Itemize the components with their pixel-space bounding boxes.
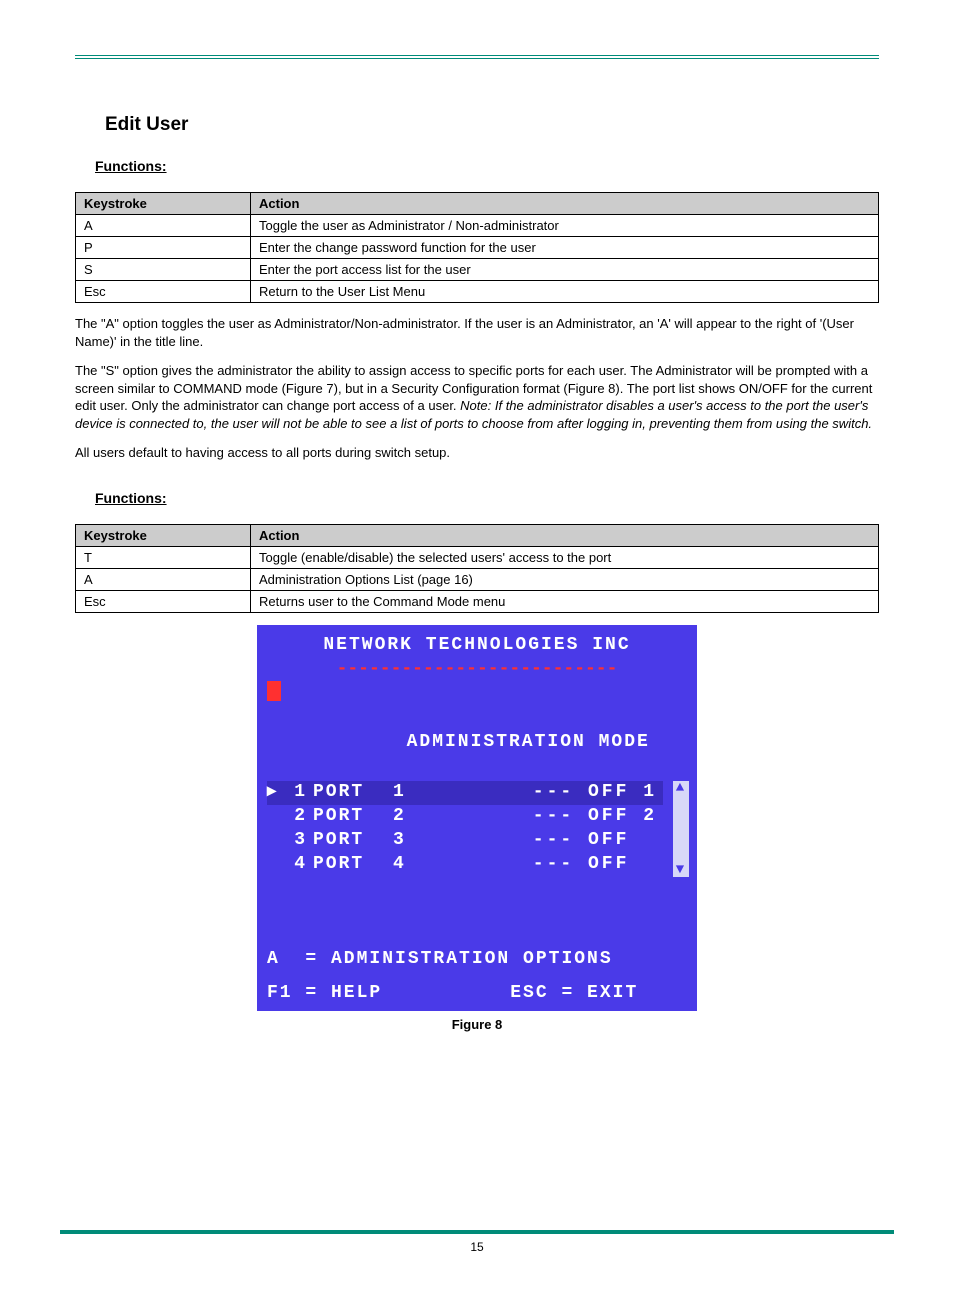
note-label: Note: — [460, 398, 491, 413]
port-index: 3 — [287, 828, 313, 852]
cell-key: A — [76, 215, 251, 237]
port-number: 2 — [393, 804, 453, 828]
bottom-divider — [60, 1230, 894, 1234]
port-row[interactable]: 3 PORT 3 --- OFF — [267, 829, 663, 853]
port-label: PORT — [313, 828, 393, 852]
cell-key: P — [76, 237, 251, 259]
port-status: --- OFF — [453, 828, 663, 852]
port-index: 4 — [287, 852, 313, 876]
terminal-mode: ADMINISTRATION MODE — [267, 681, 687, 778]
cell-key: T — [76, 546, 251, 568]
terminal-mode-text: ADMINISTRATION MODE — [407, 732, 650, 752]
cell-action: Administration Options List (page 16) — [251, 568, 879, 590]
table-row: P Enter the change password function for… — [76, 237, 879, 259]
th-keystroke: Keystroke — [76, 193, 251, 215]
port-label: PORT — [313, 852, 393, 876]
page-number: 15 — [60, 1240, 894, 1254]
port-row[interactable]: 2 PORT 2 --- OFF 2 — [267, 805, 663, 829]
th-keystroke: Keystroke — [76, 524, 251, 546]
scroll-down-icon[interactable]: ▼ — [676, 863, 686, 877]
cell-key: S — [76, 259, 251, 281]
port-row[interactable]: 4 PORT 4 --- OFF — [267, 853, 663, 877]
port-number: 1 — [393, 780, 453, 804]
cell-action: Enter the change password function for t… — [251, 237, 879, 259]
th-action: Action — [251, 193, 879, 215]
section-title: Edit User — [105, 114, 879, 136]
cell-key: Esc — [76, 281, 251, 303]
port-label: PORT — [313, 780, 393, 804]
terminal-screenshot: NETWORK TECHNOLOGIES INC ---------------… — [257, 625, 697, 1032]
port-status: --- OFF 1 — [453, 780, 663, 804]
caret-spacer — [267, 828, 287, 852]
table-row: S Enter the port access list for the use… — [76, 259, 879, 281]
caret-right-icon: ▸ — [267, 780, 287, 804]
paragraph: The "A" option toggles the user as Admin… — [75, 315, 879, 350]
cell-key: Esc — [76, 590, 251, 612]
port-status: --- OFF 2 — [453, 804, 663, 828]
edit-user-functions-table: Keystroke Action A Toggle the user as Ad… — [75, 192, 879, 303]
edit-user-functions-label: Functions: — [95, 158, 879, 174]
page-footer: 15 — [60, 1230, 894, 1254]
cell-action: Toggle the user as Administrator / Non-a… — [251, 215, 879, 237]
cell-action: Return to the User List Menu — [251, 281, 879, 303]
scroll-up-icon[interactable]: ▲ — [676, 781, 686, 795]
cell-action: Enter the port access list for the user — [251, 259, 879, 281]
terminal-scrollbar[interactable]: ▲ ▼ — [673, 781, 689, 877]
table-row: Esc Returns user to the Command Mode men… — [76, 590, 879, 612]
terminal-help-line: F1 = HELP ESC = EXIT — [267, 981, 687, 1005]
port-access-functions-table: Keystroke Action T Toggle (enable/disabl… — [75, 524, 879, 613]
table-row: Esc Return to the User List Menu — [76, 281, 879, 303]
port-row[interactable]: ▸ 1 PORT 1 --- OFF 1 — [267, 781, 663, 805]
terminal-admin-options: A = ADMINISTRATION OPTIONS — [267, 947, 687, 971]
terminal-company: NETWORK TECHNOLOGIES INC — [267, 633, 687, 657]
th-action: Action — [251, 524, 879, 546]
top-divider — [75, 55, 879, 59]
paragraph: All users default to having access to al… — [75, 444, 879, 462]
caret-spacer — [267, 804, 287, 828]
terminal-port-list: ▸ 1 PORT 1 --- OFF 1 2 PORT 2 --- OFF 2 … — [267, 781, 687, 877]
table-row: T Toggle (enable/disable) the selected u… — [76, 546, 879, 568]
table-row: A Administration Options List (page 16) — [76, 568, 879, 590]
port-number: 3 — [393, 828, 453, 852]
terminal-divider: -------------------------- — [267, 657, 687, 681]
table-row: A Toggle the user as Administrator / Non… — [76, 215, 879, 237]
port-number: 4 — [393, 852, 453, 876]
caret-spacer — [267, 852, 287, 876]
cell-action: Toggle (enable/disable) the selected use… — [251, 546, 879, 568]
port-index: 2 — [287, 804, 313, 828]
cell-action: Returns user to the Command Mode menu — [251, 590, 879, 612]
port-label: PORT — [313, 804, 393, 828]
port-status: --- OFF — [453, 852, 663, 876]
paragraph: The "S" option gives the administrator t… — [75, 362, 879, 432]
figure-caption: Figure 8 — [257, 1017, 697, 1032]
port-index: 1 — [287, 780, 313, 804]
port-access-functions-label: Functions: — [95, 490, 879, 506]
cell-key: A — [76, 568, 251, 590]
cursor-icon — [267, 681, 281, 701]
